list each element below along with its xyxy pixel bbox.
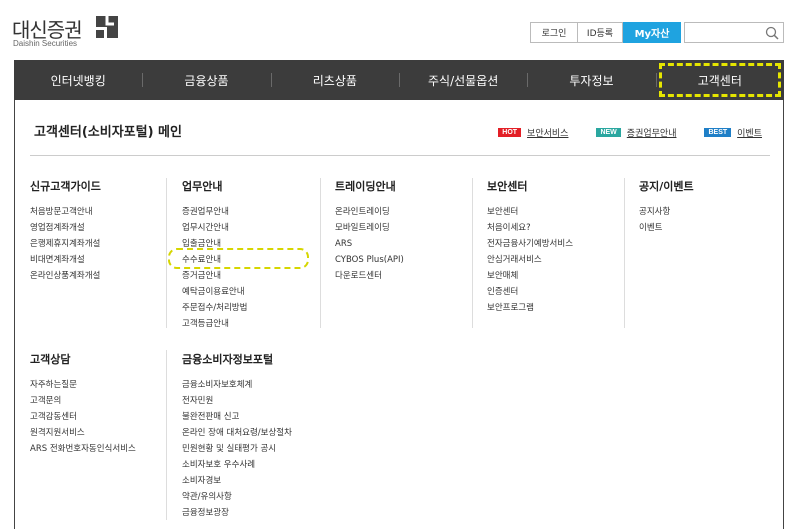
menu-title: 금융소비자정보포털 (182, 353, 274, 366)
menu-item[interactable]: 원격지원서비스 (30, 425, 136, 441)
menu-item[interactable]: 보안프로그램 (487, 300, 573, 316)
business-guide-link[interactable]: 증권업무안내 (627, 126, 677, 139)
menu-item[interactable]: 금융정보광장 (182, 505, 292, 521)
search-icon[interactable] (765, 26, 779, 40)
menu-security: 보안센터 보안센터 처음이세요? 전자금융사기예방서비스 안심거래서비스 보안매… (487, 178, 573, 316)
logo-mark-icon (96, 16, 118, 38)
fee-guide-highlight (168, 248, 309, 269)
menu-item[interactable]: ARS (335, 236, 404, 252)
nav-customer-center[interactable]: 고객센터 (655, 60, 784, 100)
menu-item[interactable]: 비대면계좌개설 (30, 252, 101, 268)
column-divider (166, 178, 167, 328)
menu-new-customer: 신규고객가이드 처음방문고객안내 영업점계좌개설 은행제휴지계좌개설 비대면계좌… (30, 178, 101, 284)
menu-title: 업무안내 (182, 180, 223, 193)
quick-link-business[interactable]: NEW 증권업무안내 (596, 126, 676, 139)
menu-trading: 트레이딩안내 온라인트레이딩 모바일트레이딩 ARS CYBOS Plus(AP… (335, 178, 404, 284)
menu-item[interactable]: 소비자보호 우수사례 (182, 457, 292, 473)
hot-badge: HOT (498, 128, 522, 137)
menu-title: 트레이딩안내 (335, 180, 396, 193)
menu-item[interactable]: 처음방문고객안내 (30, 204, 101, 220)
column-divider (320, 178, 321, 328)
menu-item[interactable]: 영업점계좌개설 (30, 220, 101, 236)
menu-item[interactable]: 자주하는질문 (30, 377, 136, 393)
menu-item[interactable]: 안심거래서비스 (487, 252, 573, 268)
menu-notice: 공지/이벤트 공지사항 이벤트 (639, 178, 694, 236)
quick-links: HOT 보안서비스 NEW 증권업무안내 BEST 이벤트 (470, 126, 762, 139)
menu-item[interactable]: 약관/유의사항 (182, 489, 292, 505)
column-divider (472, 178, 473, 328)
menu-item[interactable]: 고객등급안내 (182, 316, 247, 332)
menu-item[interactable]: 고객감동센터 (30, 409, 136, 425)
nav-stocks-futures[interactable]: 주식/선물옵션 (398, 60, 527, 100)
new-badge: NEW (596, 128, 621, 137)
event-link[interactable]: 이벤트 (737, 126, 762, 139)
security-service-link[interactable]: 보안서비스 (527, 126, 568, 139)
menu-item[interactable]: 공지사항 (639, 204, 694, 220)
menu-item[interactable]: 전자민원 (182, 393, 292, 409)
menu-item[interactable]: ARS 전화번호자동인식서비스 (30, 441, 136, 457)
menu-item[interactable]: 보안매체 (487, 268, 573, 284)
my-assets-button[interactable]: My자산 (623, 22, 681, 43)
menu-item[interactable]: 금융소비자보호체계 (182, 377, 292, 393)
menu-item[interactable]: 업무시간안내 (182, 220, 247, 236)
menu-item[interactable]: 온라인 장애 대처요령/보상절차 (182, 425, 292, 441)
company-logo[interactable]: 대신증권 Daishin Securities (12, 12, 122, 52)
menu-item[interactable]: CYBOS Plus(API) (335, 252, 404, 268)
column-divider (166, 350, 167, 520)
nav-investment-info[interactable]: 투자정보 (527, 60, 655, 100)
menu-item[interactable]: 보안센터 (487, 204, 573, 220)
menu-item[interactable]: 다운로드센터 (335, 268, 404, 284)
menu-item[interactable]: 소비자경보 (182, 473, 292, 489)
main-nav: 인터넷뱅킹 금융상품 리츠상품 주식/선물옵션 투자정보 고객센터 (14, 60, 784, 100)
menu-item[interactable]: 모바일트레이딩 (335, 220, 404, 236)
utility-menu: 로그인 ID등록 My자산 (530, 22, 681, 43)
menu-item[interactable]: 불완전판매 신고 (182, 409, 292, 425)
login-button[interactable]: 로그인 (530, 22, 578, 43)
menu-title: 공지/이벤트 (639, 180, 694, 193)
nav-reits[interactable]: 리츠상품 (270, 60, 399, 100)
quick-link-security[interactable]: HOT 보안서비스 (498, 126, 568, 139)
quick-link-event[interactable]: BEST 이벤트 (704, 126, 762, 139)
menu-item[interactable]: 인증센터 (487, 284, 573, 300)
menu-item[interactable]: 민원현황 및 실태평가 공시 (182, 441, 292, 457)
menu-item[interactable]: 온라인상품계좌개설 (30, 268, 101, 284)
menu-title: 고객상담 (30, 353, 71, 366)
menu-title: 신규고객가이드 (30, 180, 101, 193)
menu-item[interactable]: 증권업무안내 (182, 204, 247, 220)
menu-consult: 고객상담 자주하는질문 고객문의 고객감동센터 원격지원서비스 ARS 전화번호… (30, 351, 136, 457)
menu-item[interactable]: 이벤트 (639, 220, 694, 236)
content-frame (14, 100, 784, 529)
menu-item[interactable]: 고객문의 (30, 393, 136, 409)
menu-title: 보안센터 (487, 180, 528, 193)
page-title: 고객센터(소비자포털) 메인 (34, 125, 182, 140)
menu-item[interactable]: 전자금융사기예방서비스 (487, 236, 573, 252)
logo-english-text: Daishin Securities (13, 39, 78, 48)
title-divider (30, 155, 770, 156)
menu-item[interactable]: 주문접수/처리방법 (182, 300, 247, 316)
menu-item[interactable]: 온라인트레이딩 (335, 204, 404, 220)
nav-internet-banking[interactable]: 인터넷뱅킹 (14, 60, 142, 100)
best-badge: BEST (704, 128, 732, 137)
menu-item[interactable]: 처음이세요? (487, 220, 573, 236)
id-register-button[interactable]: ID등록 (578, 22, 623, 43)
nav-financial-products[interactable]: 금융상품 (142, 60, 270, 100)
menu-consumer-portal: 금융소비자정보포털 금융소비자보호체계 전자민원 불완전판매 신고 온라인 장애… (182, 351, 292, 521)
menu-item[interactable]: 은행제휴지계좌개설 (30, 236, 101, 252)
search-input[interactable] (684, 22, 784, 43)
menu-item[interactable]: 예탁금이용료안내 (182, 284, 247, 300)
column-divider (624, 178, 625, 328)
menu-item[interactable]: 증거금안내 (182, 268, 247, 284)
